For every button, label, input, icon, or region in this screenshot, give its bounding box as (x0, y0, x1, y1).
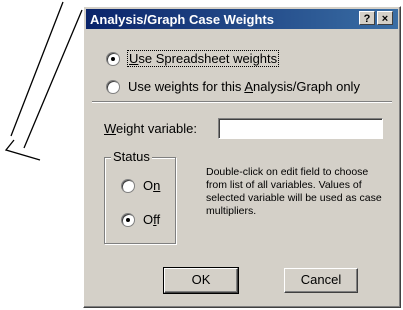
status-group: Status On Off (104, 149, 176, 244)
separator-line (92, 101, 392, 103)
help-button[interactable]: ? (359, 11, 375, 25)
help-note-text: Double-click on edit field to choose fro… (206, 166, 382, 217)
radio-use-spreadsheet-weights[interactable]: Use Spreadsheet weights (106, 50, 280, 67)
status-group-legend: Status (111, 149, 152, 164)
radio-label-off: Off (143, 212, 161, 227)
radio-status-off[interactable]: Off (121, 212, 160, 227)
radio-use-analysis-weights[interactable]: Use weights for this Analysis/Graph only (106, 79, 360, 94)
screenshot-stage: Analysis/Graph Case Weights ? × Use Spre… (0, 0, 403, 310)
dialog-title: Analysis/Graph Case Weights (90, 12, 274, 27)
radio-indicator[interactable] (106, 51, 120, 66)
radio-indicator[interactable] (106, 79, 120, 94)
close-button[interactable]: × (377, 11, 393, 25)
weight-variable-input[interactable] (218, 118, 383, 139)
weight-variable-label: Weight variable: (104, 121, 197, 136)
radio-status-on[interactable]: On (121, 178, 160, 193)
radio-label-spreadsheet: Use Spreadsheet weights (126, 50, 280, 67)
case-weights-dialog: Analysis/Graph Case Weights ? × Use Spre… (83, 6, 401, 308)
title-bar[interactable]: Analysis/Graph Case Weights ? × (86, 9, 398, 29)
radio-label-on: On (143, 178, 161, 193)
radio-label-analysis: Use weights for this Analysis/Graph only (128, 79, 360, 94)
radio-indicator[interactable] (121, 212, 135, 227)
ok-button[interactable]: OK (163, 267, 239, 294)
cancel-button[interactable]: Cancel (284, 268, 358, 293)
radio-indicator[interactable] (121, 178, 135, 193)
